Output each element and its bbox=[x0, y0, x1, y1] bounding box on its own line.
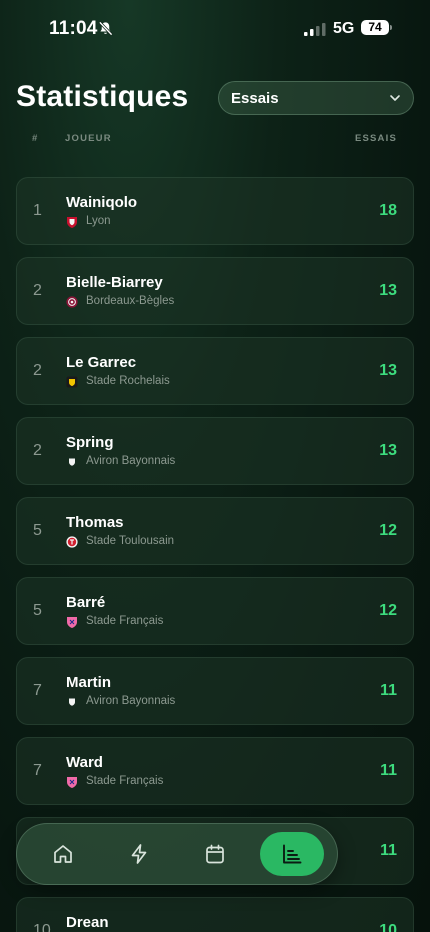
player-value: 10 bbox=[379, 922, 397, 932]
tab-calendar[interactable] bbox=[183, 832, 247, 876]
tab-bar bbox=[16, 823, 338, 885]
player-rank: 2 bbox=[33, 362, 42, 379]
calendar-icon bbox=[206, 844, 224, 864]
player-value: 12 bbox=[379, 522, 397, 539]
team-logo-icon bbox=[69, 458, 75, 466]
player-rank: 2 bbox=[33, 442, 42, 459]
stats-chart-icon bbox=[283, 844, 302, 864]
player-value: 13 bbox=[379, 442, 397, 459]
column-header-player: JOUEUR bbox=[65, 133, 112, 144]
player-value: 11 bbox=[380, 682, 397, 699]
chevron-down-icon bbox=[390, 95, 400, 101]
player-name: Spring bbox=[66, 434, 114, 451]
player-name: Wainiqolo bbox=[66, 194, 138, 211]
column-header-rank: # bbox=[32, 133, 39, 144]
lightning-icon bbox=[131, 844, 147, 864]
player-name: Drean bbox=[66, 914, 109, 931]
player-name: Martin bbox=[66, 674, 111, 691]
dropdown-selected-value: Essais bbox=[231, 90, 279, 107]
player-rank: 10 bbox=[33, 922, 51, 932]
player-value: 11 bbox=[380, 842, 397, 859]
player-rank: 7 bbox=[33, 682, 42, 699]
player-name: Ward bbox=[66, 754, 103, 771]
player-value: 13 bbox=[379, 282, 397, 299]
player-name: Bielle-Biarrey bbox=[66, 274, 163, 291]
team-name: Lyon bbox=[86, 215, 111, 227]
team-logo-icon bbox=[66, 376, 78, 388]
player-row[interactable]: 2 Spring Aviron Bayonnais 13 bbox=[16, 417, 414, 485]
player-row[interactable]: 1 Wainiqolo Lyon 18 bbox=[16, 177, 414, 245]
team-name: Bordeaux-Bègles bbox=[86, 295, 175, 307]
team-logo-icon bbox=[67, 777, 77, 788]
player-name: Thomas bbox=[66, 514, 124, 531]
team-logo-icon bbox=[66, 536, 78, 548]
player-rank: 2 bbox=[33, 282, 42, 299]
player-rank: 1 bbox=[33, 202, 42, 219]
battery-icon: 74 bbox=[361, 20, 389, 35]
player-row[interactable]: 7 Ward Stade Français 11 bbox=[16, 737, 414, 805]
status-bar: 11:04 5G 74 bbox=[0, 0, 430, 58]
team-name: Stade Français bbox=[86, 775, 164, 787]
status-time: 11:04 bbox=[49, 18, 98, 39]
team-logo-icon bbox=[67, 217, 77, 228]
player-rank: 5 bbox=[33, 522, 42, 539]
team-logo-icon bbox=[66, 296, 78, 308]
player-row[interactable]: 7 Martin Aviron Bayonnais 11 bbox=[16, 657, 414, 725]
network-type: 5G bbox=[333, 20, 355, 37]
player-row[interactable]: 10 Drean 10 bbox=[16, 897, 414, 932]
player-row[interactable]: 2 Le Garrec Stade Rochelais 13 bbox=[16, 337, 414, 405]
player-rank: 5 bbox=[33, 602, 42, 619]
team-name: Aviron Bayonnais bbox=[86, 455, 176, 467]
player-value: 12 bbox=[379, 602, 397, 619]
player-row[interactable]: 5 Thomas Stade Toulousain 12 bbox=[16, 497, 414, 565]
home-icon bbox=[54, 845, 72, 863]
stat-type-dropdown[interactable]: Essais bbox=[218, 81, 414, 115]
column-header-value: ESSAIS bbox=[354, 133, 397, 144]
tab-live[interactable] bbox=[107, 832, 171, 876]
tab-stats[interactable] bbox=[260, 832, 324, 876]
signal-icon bbox=[304, 23, 326, 36]
team-name: Aviron Bayonnais bbox=[86, 695, 176, 707]
player-name: Le Garrec bbox=[66, 354, 137, 371]
player-value: 11 bbox=[380, 762, 397, 779]
player-row[interactable]: 5 Barré Stade Français 12 bbox=[16, 577, 414, 645]
team-name: Stade Rochelais bbox=[86, 375, 170, 387]
bell-slash-icon bbox=[98, 21, 113, 36]
team-logo-icon bbox=[67, 617, 77, 628]
player-value: 18 bbox=[379, 202, 397, 219]
player-name: Barré bbox=[66, 594, 106, 611]
page-title: Statistiques bbox=[16, 80, 189, 113]
team-logo-icon bbox=[69, 698, 75, 706]
player-value: 13 bbox=[379, 362, 397, 379]
team-name: Stade Français bbox=[86, 615, 164, 627]
tab-home[interactable] bbox=[31, 832, 95, 876]
player-rank: 7 bbox=[33, 762, 42, 779]
battery-tip bbox=[390, 25, 392, 30]
player-row[interactable]: 2 Bielle-Biarrey Bordeaux-Bègles 13 bbox=[16, 257, 414, 325]
team-name: Stade Toulousain bbox=[86, 535, 175, 547]
